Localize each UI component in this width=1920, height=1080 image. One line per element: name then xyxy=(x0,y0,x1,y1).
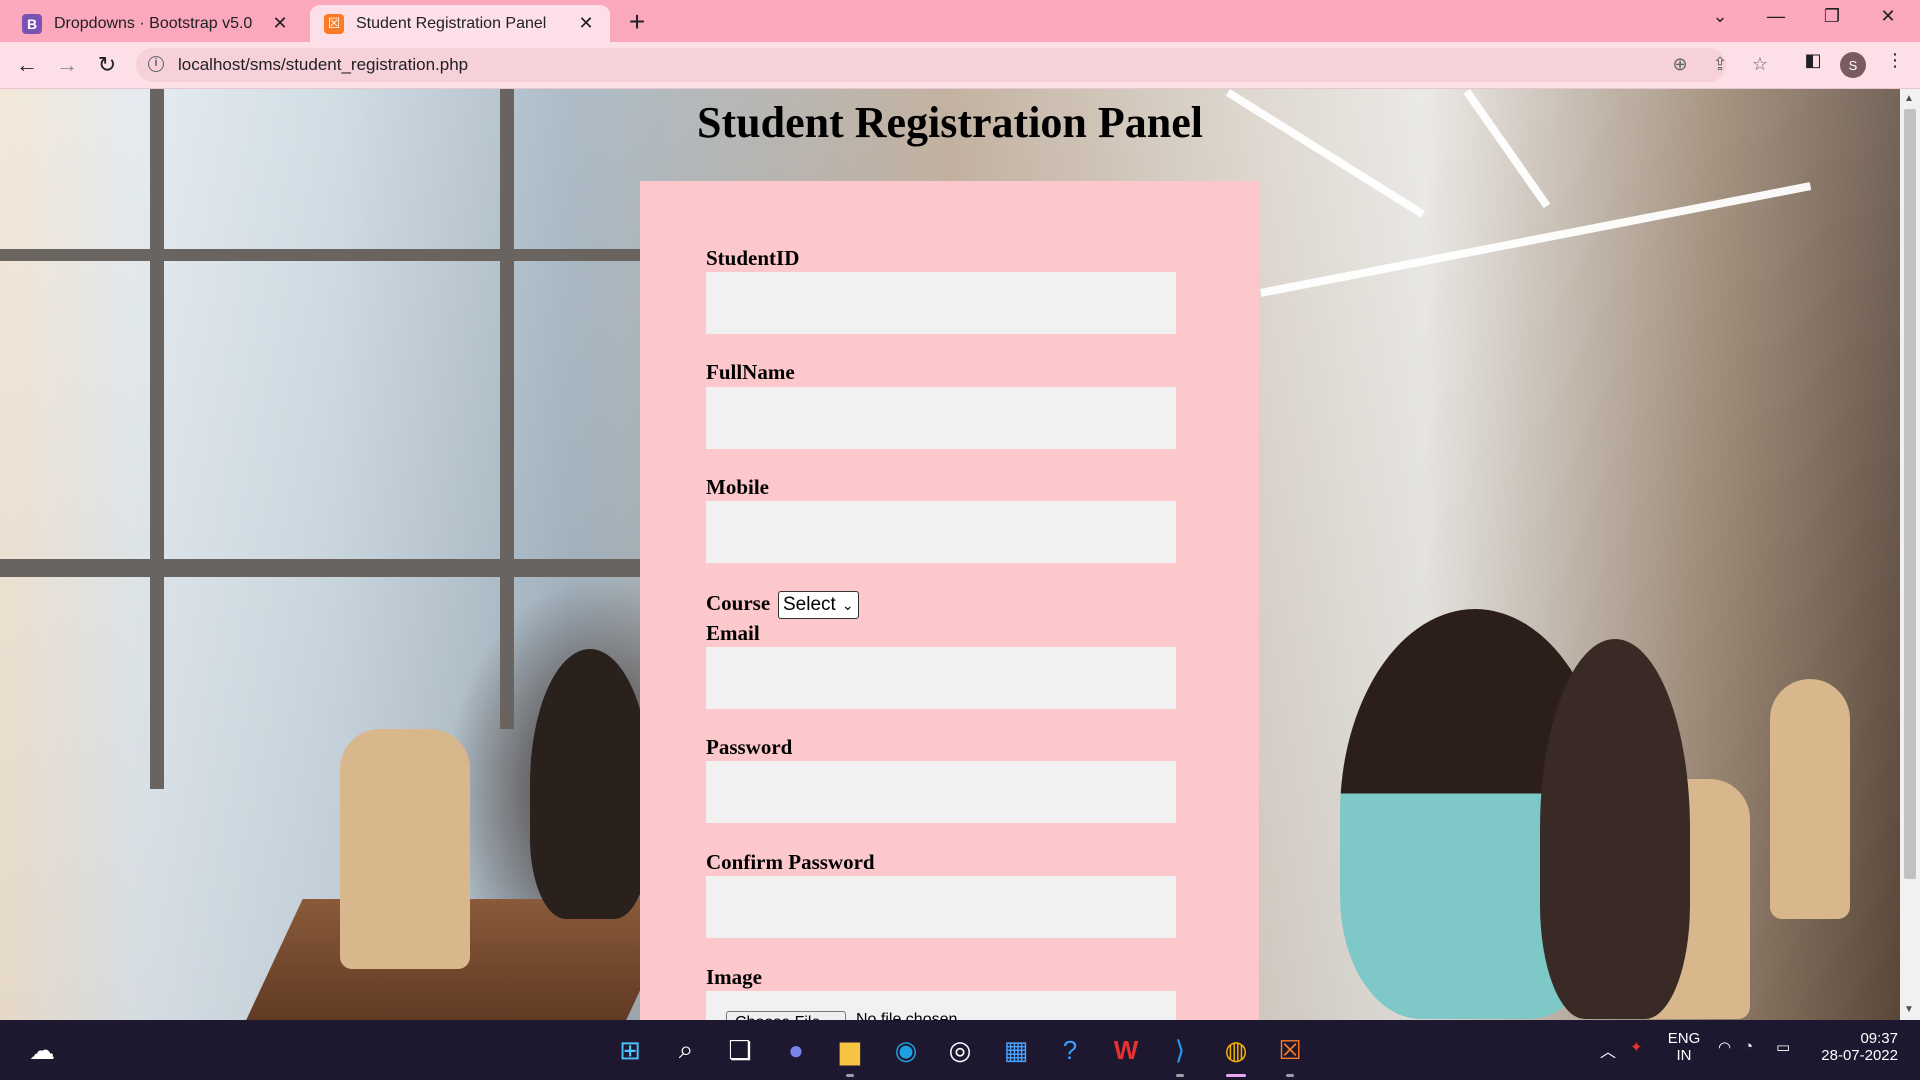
person xyxy=(530,649,650,919)
chrome-icon[interactable]: ◍ xyxy=(1216,1030,1256,1070)
date-text: 28-07-2022 xyxy=(1821,1047,1898,1064)
forward-button[interactable]: → xyxy=(50,48,84,82)
avatar[interactable]: S xyxy=(1840,52,1866,78)
help-icon[interactable]: ? xyxy=(1050,1030,1090,1070)
address-bar[interactable]: i localhost/sms/student_registration.php… xyxy=(136,48,1768,82)
ceiling-light xyxy=(1260,182,1812,297)
taskbar: ☁ ⊞ ⌕ ❏ ● ▆ ◉ ◎ ▦ ? W ⟩ ◍ ☒ ︿ ✦ ENG IN ◠… xyxy=(0,1020,1920,1080)
new-tab-button[interactable]: + xyxy=(622,6,652,38)
file-explorer-icon[interactable]: ▆ xyxy=(830,1030,870,1070)
back-button[interactable]: ← xyxy=(10,48,44,82)
minimize-button[interactable]: — xyxy=(1756,6,1796,27)
app-icon[interactable]: ◎ xyxy=(940,1030,980,1070)
xampp-icon: ☒ xyxy=(324,13,344,34)
store-icon[interactable]: ▦ xyxy=(996,1030,1036,1070)
scrollbar-thumb[interactable] xyxy=(1904,109,1916,879)
bootstrap-icon: B xyxy=(22,13,42,34)
restore-button[interactable]: ❐ xyxy=(1812,6,1852,27)
xampp-icon[interactable]: ☒ xyxy=(1270,1030,1310,1070)
person xyxy=(1540,639,1690,1019)
chair xyxy=(340,729,470,969)
student-id-label: StudentID xyxy=(706,246,800,270)
window-frame xyxy=(150,89,164,789)
chat-icon[interactable]: ● xyxy=(776,1030,816,1070)
wps-office-icon[interactable]: W xyxy=(1106,1030,1146,1070)
email-input[interactable] xyxy=(706,647,1176,709)
password-label: Password xyxy=(706,735,793,759)
email-label: Email xyxy=(706,621,760,645)
full-name-input[interactable] xyxy=(706,387,1176,449)
confirm-password-input[interactable] xyxy=(706,876,1176,938)
tab-title: Dropdowns · Bootstrap v5.0 xyxy=(54,14,253,32)
chevron-down-icon: ⌄ xyxy=(841,596,854,613)
tab-bar: B Dropdowns · Bootstrap v5.0 ✕ ☒ Student… xyxy=(0,0,1920,42)
vscode-icon[interactable]: ⟩ xyxy=(1160,1030,1200,1070)
tab-bootstrap-dropdowns[interactable]: B Dropdowns · Bootstrap v5.0 ✕ xyxy=(8,5,304,42)
active-indicator xyxy=(1226,1074,1246,1077)
tab-title: Student Registration Panel xyxy=(356,14,547,32)
tab-search-icon[interactable]: ⌄ xyxy=(1700,6,1740,27)
url-text[interactable]: localhost/sms/student_registration.php xyxy=(178,55,468,75)
image-label: Image xyxy=(706,965,762,989)
clock[interactable]: 09:37 28-07-2022 xyxy=(1814,1030,1898,1064)
confirm-password-label: Confirm Password xyxy=(706,850,875,874)
scroll-down-icon[interactable]: ▼ xyxy=(1904,1004,1914,1015)
wifi-icon[interactable]: ◠ xyxy=(1718,1038,1731,1056)
language-indicator[interactable]: ENG IN xyxy=(1666,1030,1702,1064)
password-input[interactable] xyxy=(706,761,1176,823)
time-text: 09:37 xyxy=(1860,1030,1898,1047)
info-icon[interactable]: i xyxy=(148,56,164,72)
volume-icon[interactable]: ◔ xyxy=(1744,1038,1753,1055)
course-select[interactable]: Select ⌄ xyxy=(778,591,859,619)
close-window-button[interactable]: ✕ xyxy=(1868,6,1908,27)
page-title: Student Registration Panel xyxy=(697,98,1203,147)
tab-student-registration[interactable]: ☒ Student Registration Panel ✕ xyxy=(310,5,610,42)
running-indicator xyxy=(1286,1074,1294,1077)
window-frame xyxy=(0,559,640,577)
region-text: IN xyxy=(1676,1047,1692,1064)
running-indicator xyxy=(1176,1074,1184,1077)
share-icon[interactable]: ⇪ xyxy=(1708,54,1732,75)
scroll-up-icon[interactable]: ▲ xyxy=(1904,93,1914,104)
start-icon[interactable]: ⊞ xyxy=(610,1030,650,1070)
course-selected-value: Select xyxy=(783,594,836,615)
running-indicator xyxy=(846,1074,854,1077)
chair xyxy=(1770,679,1850,919)
bookmark-star-icon[interactable]: ☆ xyxy=(1748,54,1772,75)
zoom-icon[interactable]: ⊕ xyxy=(1668,54,1692,75)
mobile-input[interactable] xyxy=(706,501,1176,563)
battery-icon[interactable]: ▭ xyxy=(1776,1038,1790,1056)
close-icon[interactable]: ✕ xyxy=(270,13,290,34)
window-frame xyxy=(0,249,640,261)
full-name-label: FullName xyxy=(706,360,795,384)
close-icon[interactable]: ✕ xyxy=(576,13,596,34)
search-icon[interactable]: ⌕ xyxy=(666,1030,706,1070)
task-view-icon[interactable]: ❏ xyxy=(720,1030,760,1070)
tray-app-icon[interactable]: ✦ xyxy=(1630,1038,1643,1056)
mobile-label: Mobile xyxy=(706,475,769,499)
edge-icon[interactable]: ◉ xyxy=(886,1030,926,1070)
language-text: ENG xyxy=(1667,1030,1701,1047)
side-panel-icon[interactable]: ◧ xyxy=(1798,50,1828,71)
browser-toolbar: ← → ↻ i localhost/sms/student_registrati… xyxy=(0,42,1920,89)
student-id-input[interactable] xyxy=(706,272,1176,334)
menu-icon[interactable]: ⋮ xyxy=(1880,50,1910,71)
window-frame xyxy=(500,89,514,729)
course-label: Course xyxy=(706,591,771,615)
chevron-up-icon[interactable]: ︿ xyxy=(1600,1038,1616,1062)
scrollbar[interactable]: ▲ ▼ xyxy=(1900,89,1920,1020)
weather-icon[interactable]: ☁ xyxy=(22,1030,62,1070)
reload-button[interactable]: ↻ xyxy=(90,48,124,82)
